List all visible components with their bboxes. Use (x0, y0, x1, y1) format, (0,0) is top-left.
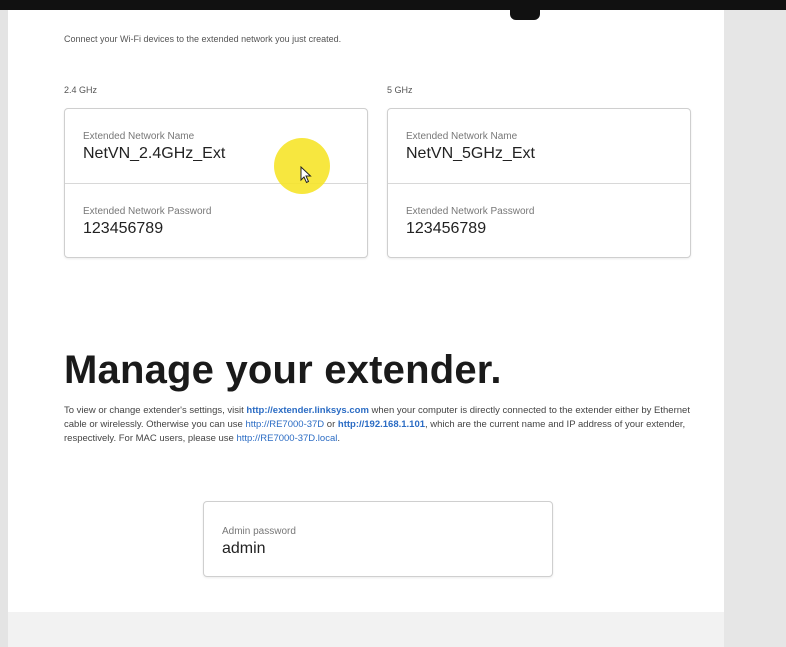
right-gutter (724, 10, 786, 647)
setup-page: Connect your Wi-Fi devices to the extend… (8, 10, 724, 647)
wifi-intro-text: Connect your Wi-Fi devices to the extend… (64, 34, 342, 44)
top-edge-bar (0, 0, 786, 10)
band-24-network-name-field[interactable]: Extended Network Name NetVN_2.4GHz_Ext (83, 131, 225, 164)
network-name-label: Extended Network Name (406, 131, 518, 142)
band-24-label: 2.4 GHz (64, 85, 98, 95)
mouse-pointer-icon (300, 166, 312, 184)
network-password-label: Extended Network Password (406, 206, 535, 217)
desc-text: or (324, 419, 338, 430)
card-divider (388, 183, 690, 184)
network-name-label: Extended Network Name (83, 131, 195, 142)
page-bottom-area (8, 612, 724, 647)
network-password-value: 123456789 (83, 220, 164, 237)
network-name-value: NetVN_2.4GHz_Ext (83, 145, 226, 162)
left-edge-strip (0, 10, 8, 647)
desc-text: To view or change extender's settings, v… (64, 405, 247, 416)
extender-hostname-link[interactable]: http://RE7000-37D (245, 419, 324, 430)
extender-local-link[interactable]: http://RE7000-37D.local (236, 433, 337, 444)
cropped-heading-fragment (510, 10, 540, 20)
extender-ip-link[interactable]: http://192.168.1.101 (338, 419, 425, 430)
band-5-password-field[interactable]: Extended Network Password 123456789 (406, 206, 534, 239)
network-password-label: Extended Network Password (83, 206, 212, 217)
band-5-network-name-field[interactable]: Extended Network Name NetVN_5GHz_Ext (406, 131, 535, 164)
admin-password-field[interactable]: Admin password admin (222, 526, 296, 559)
manage-description: To view or change extender's settings, v… (64, 404, 694, 446)
admin-password-card: Admin password admin (203, 501, 553, 577)
network-name-value: NetVN_5GHz_Ext (406, 145, 535, 162)
admin-password-label: Admin password (222, 526, 296, 537)
band-5-card: Extended Network Name NetVN_5GHz_Ext Ext… (387, 108, 691, 258)
extender-linksys-link[interactable]: http://extender.linksys.com (246, 405, 368, 416)
network-password-value: 123456789 (406, 220, 487, 237)
band-24-password-field[interactable]: Extended Network Password 123456789 (83, 206, 211, 239)
band-5-label: 5 GHz (387, 85, 413, 95)
desc-text: . (337, 433, 340, 444)
admin-password-value: admin (222, 540, 266, 557)
manage-extender-title: Manage your extender. (64, 348, 502, 392)
